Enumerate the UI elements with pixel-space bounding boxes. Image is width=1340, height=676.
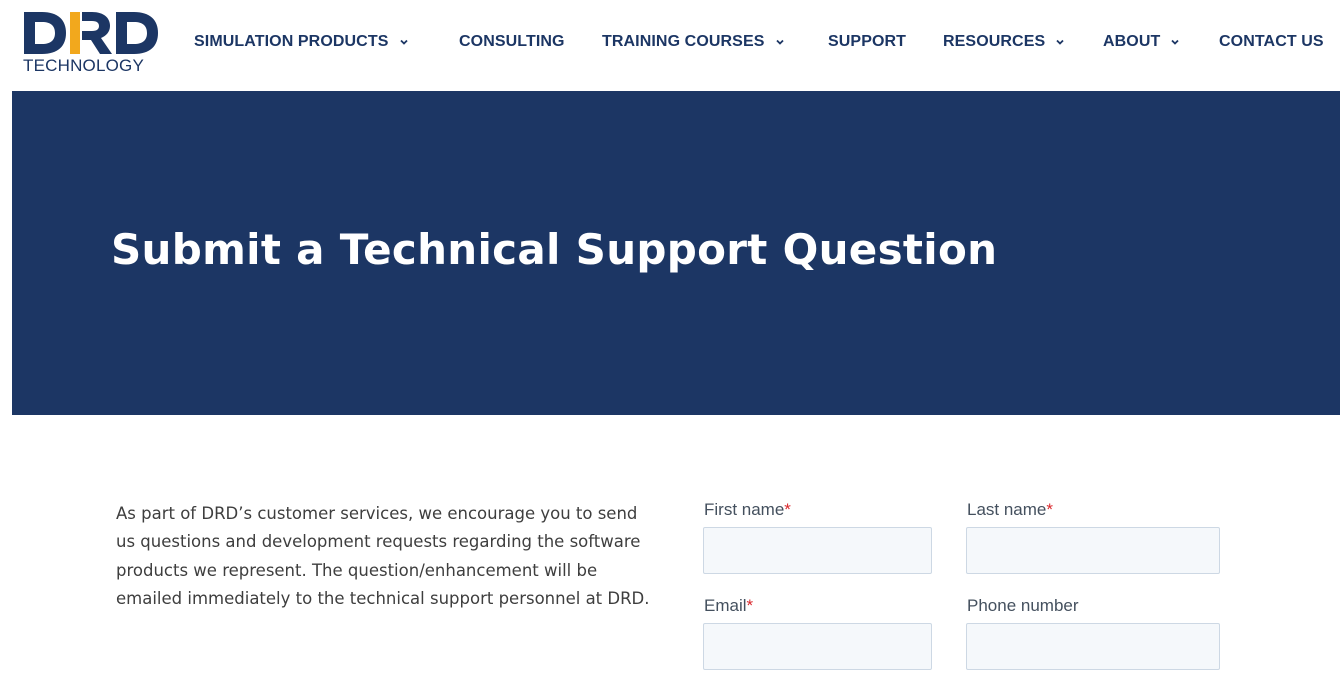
hero-banner: Submit a Technical Support Question (12, 91, 1340, 415)
email-input[interactable] (703, 623, 932, 670)
nav-label: ABOUT (1103, 33, 1161, 50)
label-text: Last name (967, 500, 1047, 519)
required-marker: * (784, 500, 791, 519)
required-marker: * (746, 596, 754, 615)
nav-label: SUPPORT (828, 33, 907, 50)
label-text: First name (704, 500, 785, 519)
email-label: Email* (704, 596, 753, 616)
phone-number-input[interactable] (966, 623, 1220, 670)
drd-logo-mark (24, 12, 158, 54)
nav-resources[interactable]: RESOURCES (943, 30, 1065, 54)
phone-number-label: Phone number (967, 596, 1079, 616)
nav-label: SIMULATION PRODUCTS (194, 33, 389, 50)
nav-training-courses[interactable]: TRAINING COURSES (602, 30, 785, 54)
site-header: TECHNOLOGY SIMULATION PRODUCTS CONSULTIN… (0, 0, 1340, 91)
nav-label: RESOURCES (943, 33, 1046, 50)
required-marker: * (1046, 500, 1054, 519)
nav-support[interactable]: SUPPORT (828, 30, 906, 54)
chevron-down-icon (1170, 37, 1180, 47)
label-text: Phone number (967, 596, 1079, 615)
first-name-input[interactable] (703, 527, 932, 574)
page-title: Submit a Technical Support Question (111, 225, 998, 274)
nav-about[interactable]: ABOUT (1103, 30, 1180, 54)
chevron-down-icon (1055, 37, 1065, 47)
nav-simulation-products[interactable]: SIMULATION PRODUCTS (194, 30, 409, 54)
drd-technology-logo[interactable]: TECHNOLOGY (22, 10, 162, 75)
intro-paragraph: As part of DRD’s customer services, we e… (116, 504, 650, 608)
nav-consulting[interactable]: CONSULTING (459, 30, 565, 54)
nav-label: CONTACT US (1219, 33, 1324, 50)
nav-label: TRAINING COURSES (602, 33, 765, 50)
label-text: Email (704, 596, 747, 615)
first-name-label: First name* (704, 500, 791, 520)
logo-subtitle: TECHNOLOGY (23, 56, 145, 75)
chevron-down-icon (399, 37, 409, 47)
chevron-down-icon (775, 37, 785, 47)
last-name-label: Last name* (967, 500, 1053, 520)
last-name-input[interactable] (966, 527, 1220, 574)
nav-label: CONSULTING (459, 33, 565, 50)
nav-contact-us[interactable]: CONTACT US (1219, 30, 1324, 54)
